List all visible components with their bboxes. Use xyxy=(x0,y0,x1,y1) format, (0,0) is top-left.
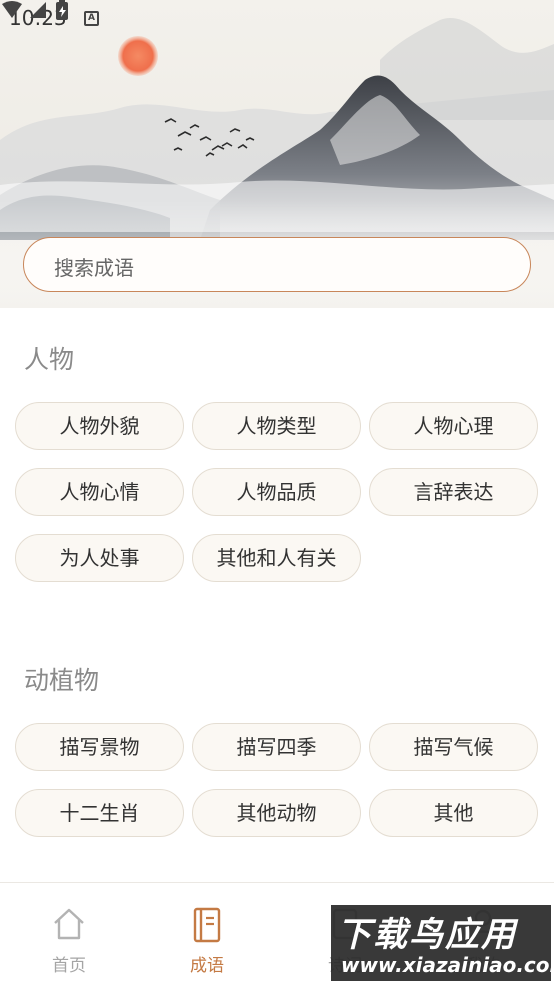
status-icons xyxy=(2,0,68,20)
wifi-icon xyxy=(2,1,22,18)
category-chip[interactable]: 其他动物 xyxy=(192,789,361,837)
watermark-url: www.xiazainiao.com xyxy=(341,953,554,977)
category-chip[interactable]: 描写景物 xyxy=(15,723,184,771)
notification-icon: A xyxy=(84,11,99,26)
category-chip[interactable]: 十二生肖 xyxy=(15,789,184,837)
category-chip[interactable]: 人物外貌 xyxy=(15,402,184,450)
category-chip[interactable]: 其他和人有关 xyxy=(192,534,361,582)
signal-icon xyxy=(30,2,46,18)
hero-banner: 10:23 A 搜索成语 xyxy=(0,0,554,308)
search-input[interactable]: 搜索成语 xyxy=(23,237,531,292)
home-icon xyxy=(54,908,84,940)
sun-graphic xyxy=(118,36,158,76)
watermark-logo: 下载鸟应用 www.xiazainiao.com xyxy=(331,905,554,981)
category-chip[interactable]: 人物类型 xyxy=(192,402,361,450)
category-chip[interactable]: 描写四季 xyxy=(192,723,361,771)
nav-label-idioms: 成语 xyxy=(190,956,224,976)
nav-item-idioms[interactable]: 成语 xyxy=(138,883,276,984)
search-placeholder: 搜索成语 xyxy=(54,256,134,280)
category-chip[interactable]: 人物品质 xyxy=(192,468,361,516)
nav-label-home: 首页 xyxy=(52,956,86,976)
nav-item-home[interactable]: 首页 xyxy=(0,883,138,984)
category-chip[interactable]: 描写气候 xyxy=(369,723,538,771)
watermark-title: 下载鸟应用 xyxy=(337,915,517,955)
category-chip[interactable]: 为人处事 xyxy=(15,534,184,582)
section-title-animals-plants: 动植物 xyxy=(24,666,100,695)
category-chip[interactable]: 言辞表达 xyxy=(369,468,538,516)
category-chip[interactable]: 人物心理 xyxy=(369,402,538,450)
book-icon xyxy=(193,907,221,943)
category-chip[interactable]: 人物心情 xyxy=(15,468,184,516)
status-bar: 10:23 A xyxy=(0,0,554,40)
category-chip[interactable]: 其他 xyxy=(369,789,538,837)
section-title-people: 人物 xyxy=(24,345,75,374)
